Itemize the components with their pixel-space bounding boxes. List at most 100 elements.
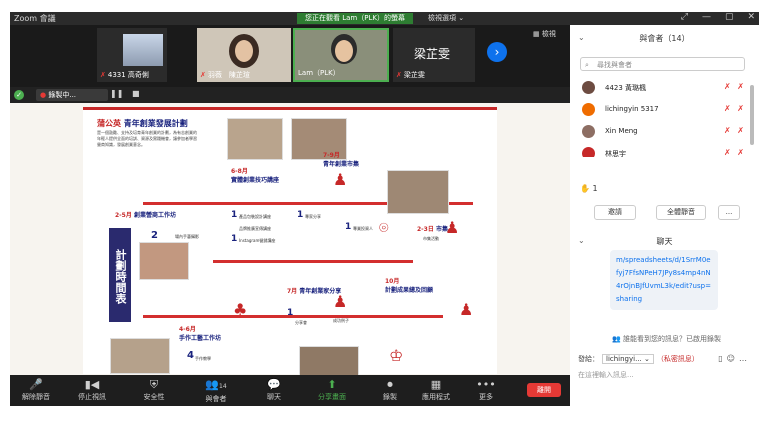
title-bar: Zoom 會議 您正在觀看 Lam（PLK）的螢幕 檢視選項 ⌄ ⤢ — ▢ ✕ — [10, 12, 759, 25]
participant-face — [335, 40, 353, 62]
chat-input[interactable]: 在這裡輸入訊息... — [578, 370, 634, 380]
video-tile-3-active[interactable]: Lam（PLK） — [293, 28, 389, 82]
sewing-machine-illustration-icon: ♣ — [233, 300, 248, 319]
step-count: 1 — [297, 210, 304, 220]
step-label: 場內手藝攝影 — [175, 234, 199, 239]
view-options-button[interactable]: 檢視選項 ⌄ — [428, 13, 464, 23]
participant-name: lichingyin 5317 — [605, 105, 659, 113]
muted-mic-icon: ✗ — [100, 71, 106, 79]
step-count: 1 — [231, 234, 238, 244]
step-count: 1 — [287, 308, 294, 318]
raised-hands-count: ✋ 1 — [580, 184, 598, 193]
muted-mic-video-icon: ✗ ✗ — [724, 82, 746, 91]
stop-icon[interactable]: ■ — [132, 89, 140, 98]
participant-name: 林思宇 — [605, 150, 626, 157]
share-screen-button[interactable]: ⬆ 分享畫面 — [308, 378, 356, 402]
maximize-icon[interactable]: ▢ — [725, 12, 734, 22]
security-button[interactable]: ⛨ 安全性 — [130, 378, 178, 402]
ellipsis-icon: ••• — [476, 378, 496, 391]
more-dots-icon[interactable]: … — [739, 354, 751, 363]
timeline-step: 6-8月 實體創業技巧講座 — [231, 168, 280, 184]
trophy-illustration-icon: ♔ — [389, 346, 404, 365]
shield-icon: ⛨ — [149, 378, 159, 391]
tile-name-label: ✗ 4331 高奇俐 — [100, 71, 149, 79]
leave-button[interactable]: 離開 — [527, 383, 561, 397]
zoom-window: Zoom 會議 您正在觀看 Lam（PLK）的螢幕 檢視選項 ⌄ ⤢ — ▢ ✕… — [10, 12, 759, 406]
apps-button[interactable]: ▦ 應用程式 — [412, 378, 460, 402]
muted-mic-video-icon: ✗ ✗ — [724, 148, 746, 157]
people-icon: 👥 — [612, 335, 621, 343]
recording-controls: ❚❚ ■ — [110, 89, 140, 98]
poster-photo — [387, 170, 449, 214]
more-button[interactable]: ••• 更多 — [462, 378, 510, 402]
person-illustration-icon: ♟ — [333, 170, 348, 189]
chevron-down-icon[interactable]: ⌄ — [578, 33, 585, 42]
recipient-select[interactable]: lichingyi... ⌄ — [602, 354, 654, 364]
avatar — [582, 125, 595, 138]
file-icon[interactable]: ▯ — [718, 354, 726, 363]
participant-name: 4423 黃璐楓 — [605, 84, 647, 92]
step-label: 成功例子 — [333, 318, 349, 323]
emoji-icon[interactable]: ☺ — [727, 354, 739, 363]
recording-status[interactable]: ● 錄製中... — [36, 89, 108, 101]
meeting-area: ✋ ✗4331 高奇俐 ✗羽薇 陳芷瑄 Lam（PLK） ✗梁芷雯 梁芷雯 › … — [10, 25, 570, 406]
chat-visibility-note[interactable]: 👥 誰能看到您的訊息？已啟用錄製 — [612, 334, 721, 344]
video-tile-1[interactable]: ✋ ✗4331 高奇俐 — [97, 28, 167, 82]
participant-row[interactable]: lichingyin 5317 ✗ ✗ — [578, 99, 748, 121]
participant-name: Xin Meng — [605, 127, 638, 135]
send-to-row: 發給： lichingyi... ⌄ （私密訊息） — [578, 354, 699, 364]
poster-title: 蒲公英 青年創業發展計劃 — [97, 119, 188, 128]
participant-scrollbar[interactable] — [750, 85, 754, 145]
timeline-step: 2-5月 創業營商工作坊 — [115, 212, 176, 219]
person-illustration-icon: ♟ — [445, 218, 460, 237]
next-page-button[interactable]: › — [487, 42, 507, 62]
mute-all-button[interactable]: 全體靜音 — [656, 205, 706, 220]
step-label: 分享會 — [295, 320, 307, 325]
chevron-down-icon[interactable]: ⌄ — [578, 236, 585, 245]
stop-video-button[interactable]: ▮◀ 停止視訊 — [68, 378, 116, 402]
tile-thumbnail — [123, 34, 163, 66]
timeline-track — [213, 260, 413, 263]
step-label: 市集活動 — [423, 236, 439, 241]
step-label: 品牌推廣宣傳講座 — [239, 226, 271, 231]
more-options-button[interactable]: ... — [718, 205, 740, 220]
meeting-toolbar: 🎤 解除靜音 ▮◀ 停止視訊 ⛨ 安全性 👥14 與會者 💬 聊天 ⬆ 分享畫面 ⏺ 錄製 ▦… — [10, 375, 570, 406]
poster-side-title: 計劃時間表 — [109, 228, 131, 322]
minimize-icon[interactable]: — — [702, 12, 711, 22]
poster-photo — [227, 118, 283, 160]
tile-name-label: ✗ 羽薇 陳芷瑄 — [200, 71, 250, 79]
participants-button[interactable]: 👥14 與會者 — [192, 378, 240, 404]
side-panel: ⌄ 與會者（14） ⌕ 尋找與會者 4423 黃璐楓 ✗ ✗ lichingyi… — [570, 25, 759, 406]
chat-button[interactable]: 💬 聊天 — [250, 378, 298, 402]
fullscreen-icon[interactable]: ⤢ — [681, 12, 688, 22]
participant-row[interactable]: Xin Meng ✗ ✗ — [578, 121, 748, 143]
muted-mic-video-icon: ✗ ✗ — [724, 104, 746, 113]
muted-mic-icon: ✗ — [396, 71, 402, 79]
participant-row[interactable]: 4423 黃璐楓 ✗ ✗ — [578, 77, 748, 99]
participant-face — [235, 40, 253, 62]
shared-poster: 蒲公英 青年創業發展計劃 是一個鼓勵、支持及培育青年創業的計劃，為有志創業的年輕… — [83, 107, 497, 375]
timeline-step: 10月 計劃成果總及回顧 — [385, 278, 434, 294]
people-icon: 👥14 — [205, 378, 227, 391]
chat-header: ⌄ 聊天 — [578, 236, 673, 246]
close-icon[interactable]: ✕ — [747, 12, 755, 22]
record-button[interactable]: ⏺ 錄製 — [366, 378, 414, 402]
gallery-view-button[interactable]: ▦ 檢視 — [533, 29, 556, 39]
step-count: 1 — [231, 210, 238, 220]
timeline-step: 7-9月 青年創業市集 — [323, 152, 360, 168]
camera-illustration-icon: ⌾ — [379, 218, 389, 237]
poster-intro: 是一個鼓勵、支持及培育青年創業的計劃，為有志創業的年輕人提供全面的培訓、資源及實… — [97, 130, 197, 147]
video-tile-2[interactable]: ✗ 羽薇 陳芷瑄 — [197, 28, 291, 82]
unmute-button[interactable]: 🎤 解除靜音 — [12, 378, 60, 402]
pause-icon[interactable]: ❚❚ — [110, 89, 123, 98]
chat-message-link[interactable]: m/spreadsheets/d/1SrrM0efyj7FfsNPeH7JPy8… — [610, 250, 718, 310]
participant-row[interactable]: 林思宇 ✗ ✗ — [578, 143, 748, 157]
tile-name-label: ✗ 梁芷雯 — [396, 71, 425, 79]
poster-photo — [139, 242, 189, 280]
mic-off-icon: 🎤 — [29, 378, 43, 391]
step-label: 產品包裝設計講座 — [239, 214, 271, 219]
apps-grid-icon: ▦ — [430, 378, 442, 391]
timeline-step: 2-3日 市集 — [417, 226, 448, 233]
invite-button[interactable]: 邀請 — [594, 205, 636, 220]
participant-search-input[interactable]: ⌕ 尋找與會者 — [580, 57, 745, 71]
